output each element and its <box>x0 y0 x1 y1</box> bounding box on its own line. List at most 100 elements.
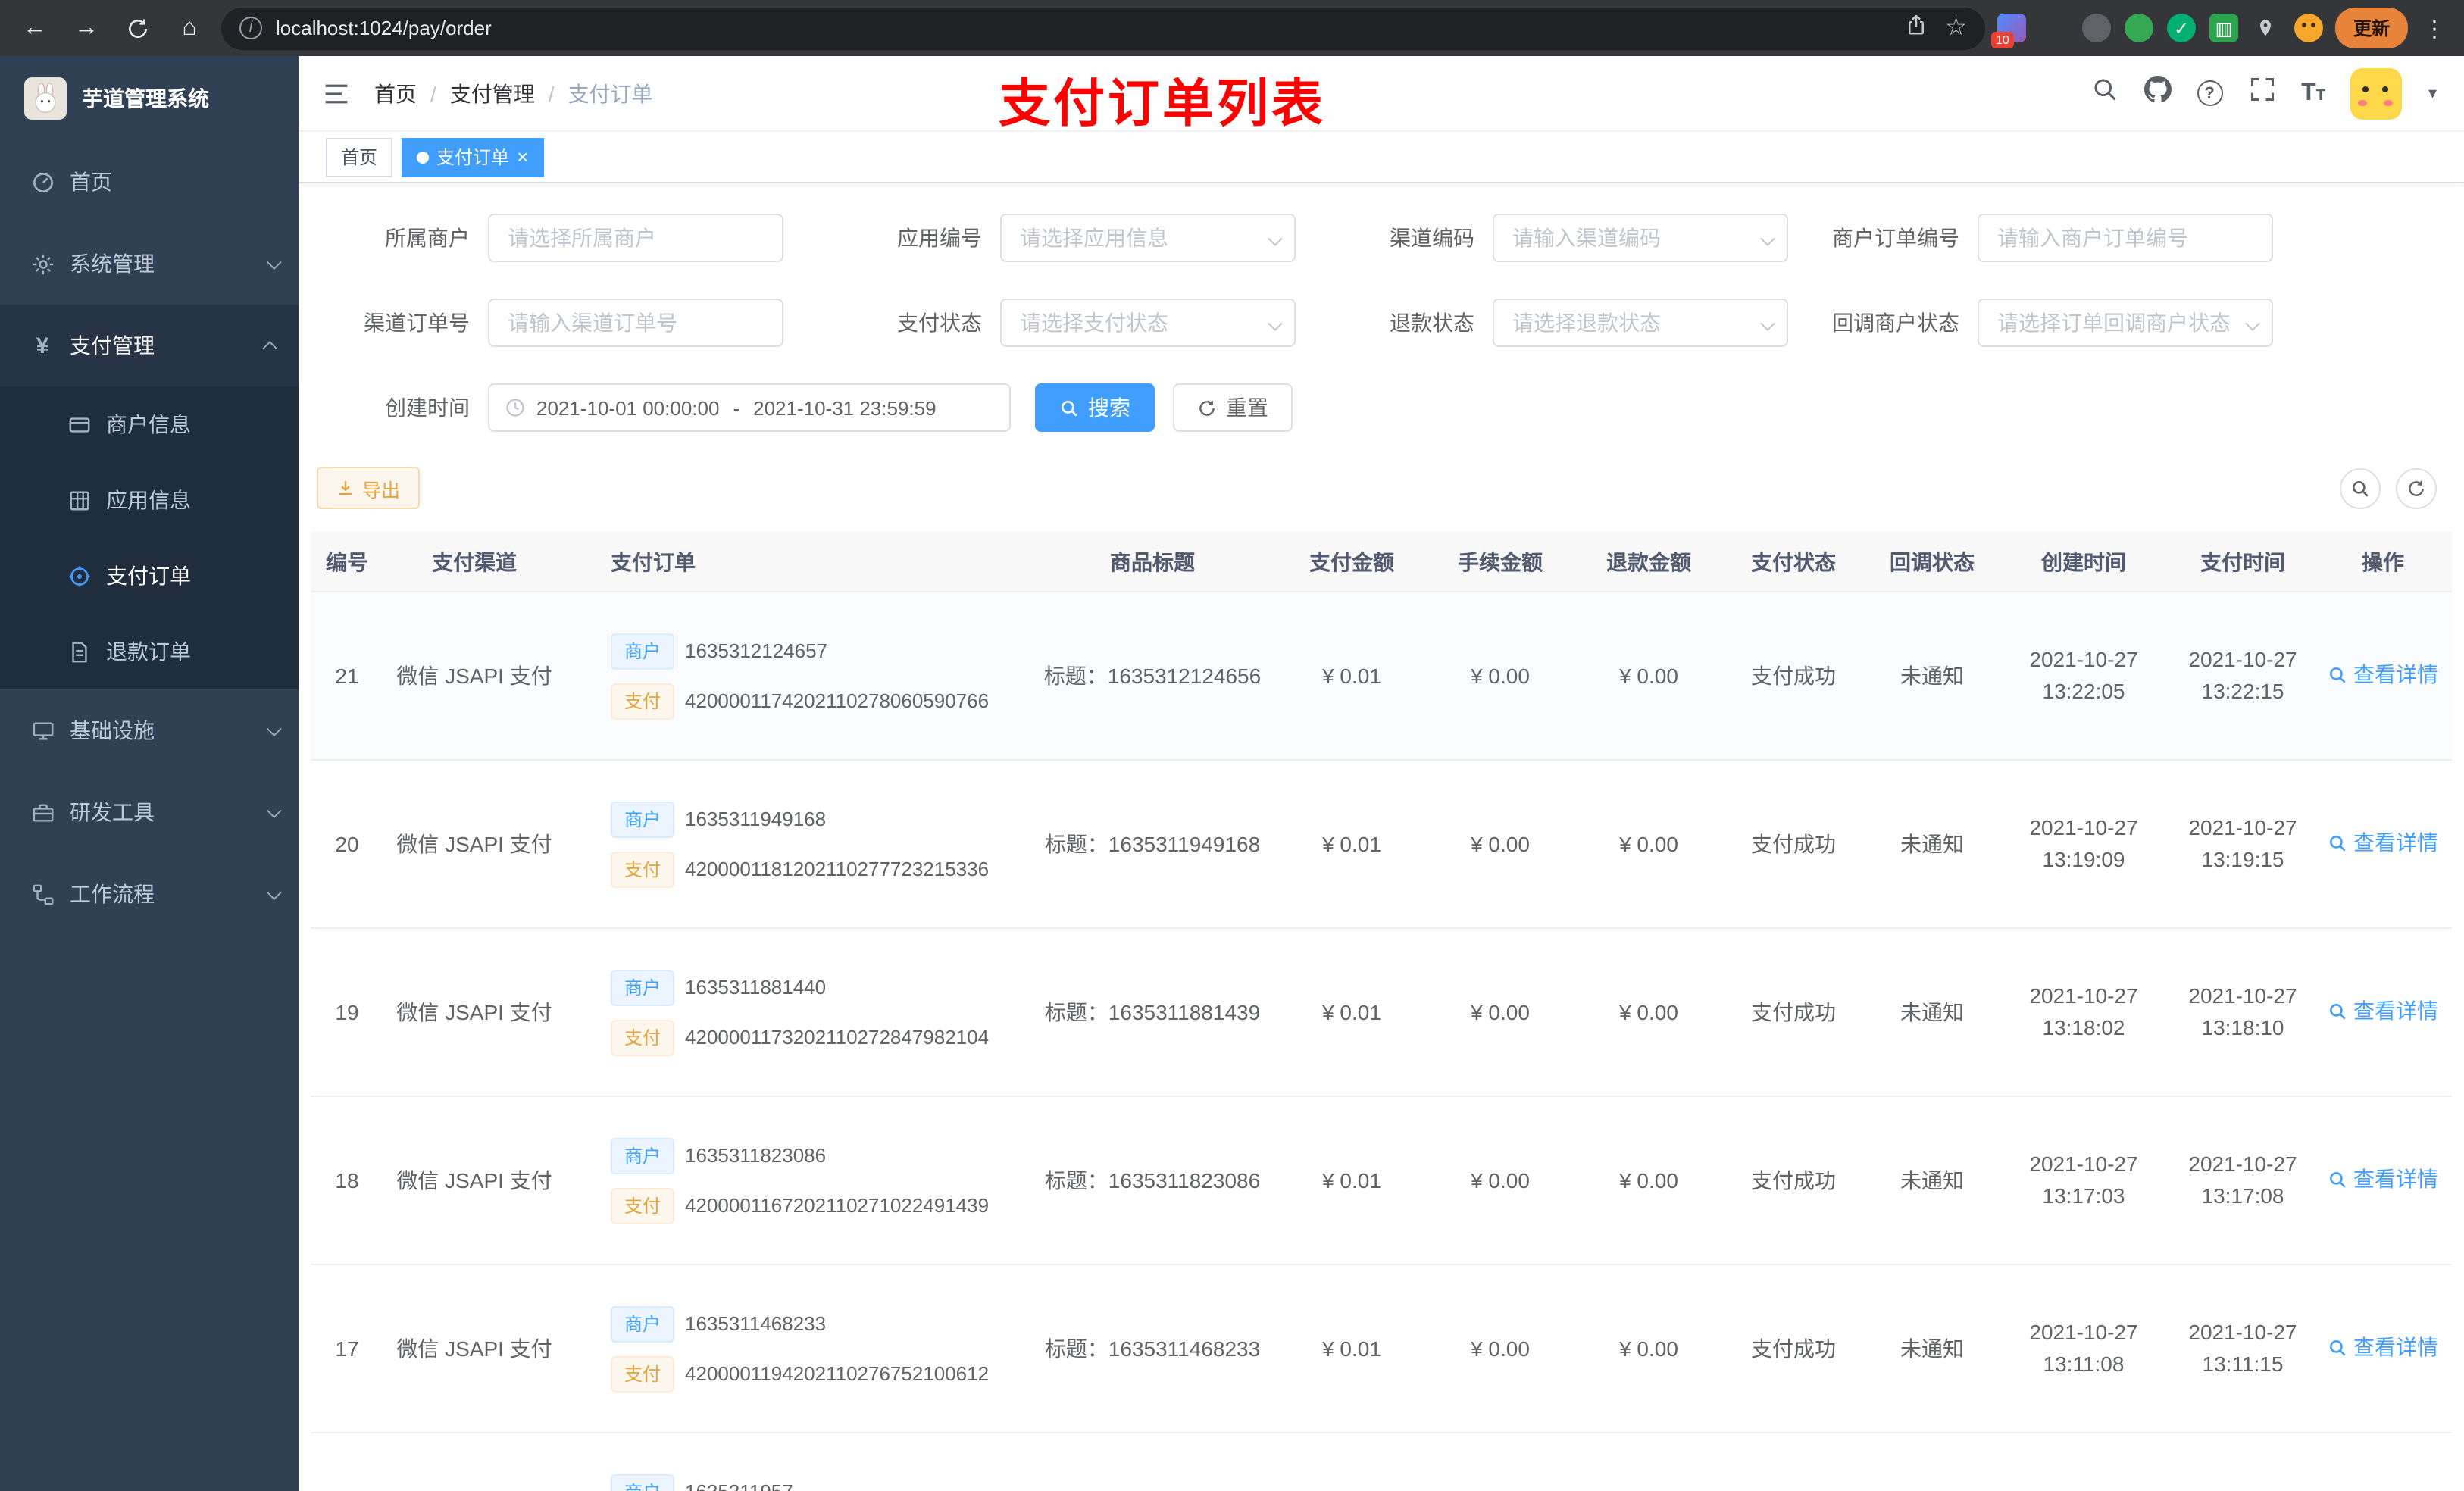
export-button[interactable]: 导出 <box>317 467 421 509</box>
channel-code-filter-select[interactable] <box>1493 214 1788 262</box>
extension-badge: 10 <box>1990 32 2014 48</box>
extension-icon[interactable] <box>2081 14 2111 42</box>
cell-pay-amount: ¥ 0.01 <box>1322 1336 1381 1361</box>
bookmark-star-icon[interactable]: ☆ <box>1945 15 1967 40</box>
grid-icon <box>67 488 91 512</box>
browser-back-icon[interactable]: ← <box>15 8 55 48</box>
reset-button[interactable]: 重置 <box>1173 383 1293 432</box>
app-filter-label: 应用编号 <box>897 226 982 250</box>
table-row: 21 微信 JSAPI 支付 商户 1635312124657 支付 42000… <box>311 592 2452 761</box>
chevron-down-icon[interactable]: ▾ <box>2428 83 2437 103</box>
chevron-down-icon <box>266 802 282 818</box>
search-button[interactable]: 搜索 <box>1035 383 1155 432</box>
merchant-order-no: 1635311468233 <box>685 1311 827 1334</box>
orders-table: 编号 支付渠道 支付订单 商品标题 支付金额 手续金额 退款金额 支付状态 回调… <box>311 532 2452 1491</box>
sidebar-item-pay[interactable]: ¥ 支付管理 <box>0 305 299 386</box>
search-icon[interactable] <box>2090 76 2118 111</box>
channel-order-no-filter-input[interactable] <box>488 299 783 347</box>
sidebar-item-pay-order[interactable]: 支付订单 <box>0 538 299 614</box>
merchant-order-no-filter-input[interactable] <box>1978 214 2273 262</box>
create-time-range-picker[interactable]: 2021-10-01 00:00:00 - 2021-10-31 23:59:5… <box>488 383 1011 432</box>
sidebar-item-app-info[interactable]: 应用信息 <box>0 462 299 538</box>
browser-forward-icon[interactable]: → <box>67 8 106 48</box>
pin-extension-icon[interactable] <box>2252 14 2281 42</box>
cell-fee-amount: ¥ 0.00 <box>1471 1336 1530 1361</box>
cell-pay-time: 2021-10-27 13:18:10 <box>2188 983 2297 1039</box>
cell-pay-time: 2021-10-27 13:17:08 <box>2188 1152 2297 1208</box>
search-icon <box>2330 1171 2346 1188</box>
app-filter-select[interactable] <box>1000 214 1296 262</box>
monitor-icon <box>30 718 55 742</box>
cell-pay-status: 支付成功 <box>1751 1336 1836 1361</box>
extension-icon[interactable]: ▥ <box>2209 14 2238 42</box>
sidebar-item-workflow[interactable]: 工作流程 <box>0 853 299 935</box>
breadcrumb-home[interactable]: 首页 <box>374 78 417 108</box>
sidebar-item-devtools[interactable]: 研发工具 <box>0 771 299 853</box>
cell-pay-amount: ¥ 0.01 <box>1322 1000 1381 1024</box>
extension-icon[interactable] <box>2124 14 2153 42</box>
site-info-icon[interactable]: i <box>239 17 262 39</box>
refund-status-filter-select[interactable] <box>1493 299 1788 347</box>
app-logo[interactable]: 芋道管理系统 <box>0 56 299 141</box>
tab-pay-order[interactable]: 支付订单 × <box>402 137 544 177</box>
cell-action: 查看详情 <box>2319 996 2447 1029</box>
browser-reload-icon[interactable] <box>118 8 158 48</box>
sidebar-item-merchant-info[interactable]: 商户信息 <box>0 386 299 462</box>
workflow-icon <box>30 882 55 906</box>
extension-icon[interactable]: ✓ <box>2166 14 2196 42</box>
profile-avatar[interactable] <box>2294 14 2323 42</box>
cell-refund-amount: ¥ 0.00 <box>1619 664 1678 688</box>
merchant-order-no: 1635311949168 <box>685 807 827 830</box>
cell-order: 商户 1635311881440 支付 42000011732021102728… <box>565 969 1027 1055</box>
sidebar-toggle-icon[interactable] <box>299 80 374 107</box>
sidebar-item-infrastructure[interactable]: 基础设施 <box>0 689 299 771</box>
cell-pay-time: 2021-10-27 13:11:15 <box>2188 1320 2297 1376</box>
view-detail-link[interactable]: 查看详情 <box>2328 660 2438 690</box>
extension-icon[interactable]: 10 <box>1990 14 2026 48</box>
navbar-actions: ? TT ▾ <box>2090 67 2464 119</box>
extension-icon[interactable] <box>2040 14 2068 42</box>
view-detail-link[interactable]: 查看详情 <box>2328 1164 2438 1195</box>
github-icon[interactable] <box>2143 76 2172 111</box>
view-detail-link[interactable]: 查看详情 <box>2328 1333 2438 1363</box>
tab-home[interactable]: 首页 <box>326 137 393 177</box>
cell-channel: 微信 JSAPI 支付 <box>396 1168 552 1192</box>
sidebar-item-refund-order[interactable]: 退款订单 <box>0 614 299 689</box>
channel-code-filter-label: 渠道编码 <box>1390 226 1474 250</box>
cell-action: 查看详情 <box>2319 660 2447 692</box>
logo-image <box>24 77 67 120</box>
url-text: localhost:1024/pay/order <box>276 17 492 39</box>
breadcrumb-pay[interactable]: 支付管理 <box>450 78 535 108</box>
cell-title: 标题：1635312124656 <box>1043 664 1262 688</box>
merchant-tag: 商户 <box>611 1137 675 1174</box>
pay-status-filter-select[interactable] <box>1000 299 1296 347</box>
pay-order-no: 4200001173202110272847982104 <box>685 1025 990 1048</box>
address-bar[interactable]: i localhost:1024/pay/order ☆ <box>221 7 1985 49</box>
search-toggle-button[interactable] <box>2340 467 2381 508</box>
cell-order: 商户 1635311957… 支付 <box>565 1474 1027 1491</box>
user-avatar[interactable] <box>2350 67 2403 119</box>
cell-action: 查看详情 <box>2319 1333 2447 1365</box>
font-size-icon[interactable]: TT <box>2301 80 2325 107</box>
sidebar-item-home[interactable]: 首页 <box>0 141 299 223</box>
browser-update-button[interactable]: 更新 <box>2334 8 2408 48</box>
close-icon[interactable]: × <box>517 147 528 167</box>
cell-id: 20 <box>335 832 359 856</box>
cell-fee-amount: ¥ 0.00 <box>1471 1168 1530 1192</box>
help-icon[interactable]: ? <box>2197 80 2223 106</box>
browser-home-icon[interactable]: ⌂ <box>170 8 209 48</box>
cell-order: 商户 1635312124657 支付 42000011742021102780… <box>565 633 1027 719</box>
sidebar-item-system[interactable]: 系统管理 <box>0 223 299 305</box>
cell-title: 标题：1635311823086 <box>1044 1168 1261 1192</box>
refresh-table-button[interactable] <box>2396 467 2437 508</box>
view-detail-link[interactable]: 查看详情 <box>2328 828 2438 858</box>
fullscreen-icon[interactable] <box>2248 76 2275 111</box>
share-icon[interactable] <box>1904 13 1927 43</box>
callback-status-filter-select[interactable] <box>1978 299 2273 347</box>
merchant-filter-input[interactable] <box>488 214 783 262</box>
browser-menu-icon[interactable]: ⋮ <box>2420 14 2449 42</box>
refund-status-filter-label: 退款状态 <box>1390 311 1474 335</box>
cell-action: 查看详情 <box>2319 1164 2447 1197</box>
pay-order-no: 4200001181202110277723215336 <box>685 857 990 880</box>
view-detail-link[interactable]: 查看详情 <box>2328 996 2438 1027</box>
